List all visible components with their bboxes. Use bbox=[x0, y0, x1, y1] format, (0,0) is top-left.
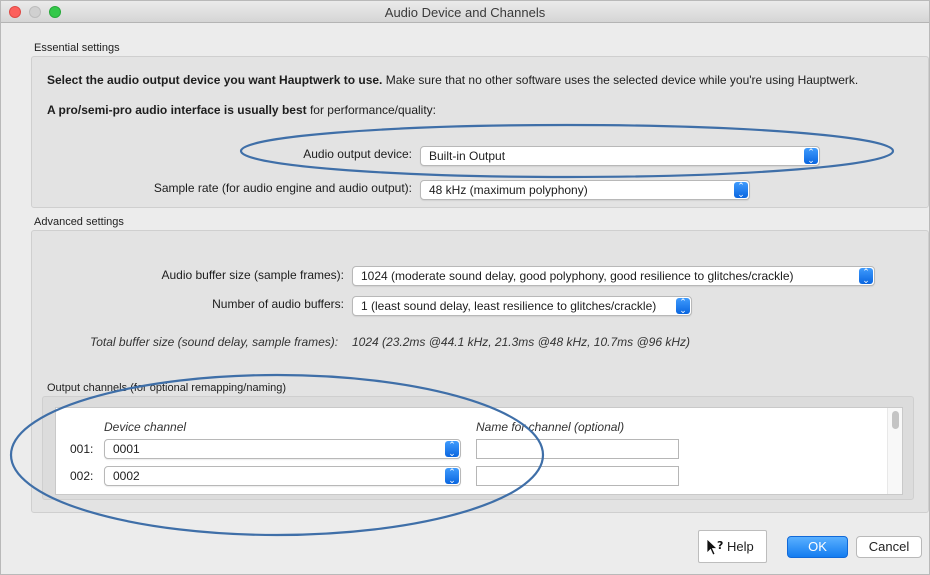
advanced-settings-label: Advanced settings bbox=[34, 216, 124, 228]
cancel-button[interactable]: Cancel bbox=[856, 536, 922, 558]
device-channel-value: 0002 bbox=[113, 469, 140, 483]
up-down-chevron-icon: ⌃ ⌄ bbox=[859, 268, 873, 285]
sample-rate-label: Sample rate (for audio engine and audio … bbox=[153, 181, 412, 195]
num-buffers-value: 1 (least sound delay, least resilience t… bbox=[361, 299, 657, 313]
essential-settings-group: Select the audio output device you want … bbox=[31, 56, 929, 208]
help-cursor-icon: ? bbox=[706, 538, 723, 556]
output-device-select[interactable]: Built-in Output ⌃ ⌄ bbox=[420, 146, 820, 166]
channel-name-header: Name for channel (optional) bbox=[476, 420, 625, 434]
up-down-chevron-icon: ⌃ ⌄ bbox=[804, 148, 818, 165]
output-channels-group: Device channel Name for channel (optiona… bbox=[42, 396, 914, 500]
up-down-chevron-icon: ⌃ ⌄ bbox=[445, 468, 459, 485]
help-button[interactable]: ? Help bbox=[698, 530, 767, 563]
tip-text: A pro/semi-pro audio interface is usuall… bbox=[47, 103, 436, 117]
help-label: Help bbox=[727, 539, 754, 554]
num-buffers-select[interactable]: 1 (least sound delay, least resilience t… bbox=[352, 296, 692, 316]
svg-text:?: ? bbox=[717, 539, 723, 552]
tip-rest-text: for performance/quality: bbox=[306, 103, 437, 117]
dialog-window: Audio Device and Channels Essential sett… bbox=[0, 0, 930, 575]
sample-rate-select[interactable]: 48 kHz (maximum polyphony) ⌃ ⌄ bbox=[420, 180, 750, 200]
buffer-size-label: Audio buffer size (sample frames): bbox=[161, 268, 344, 282]
intro-text: Select the audio output device you want … bbox=[47, 73, 858, 87]
total-buffer-label: Total buffer size (sound delay, sample f… bbox=[90, 335, 339, 349]
channel-name-input[interactable] bbox=[476, 439, 679, 459]
essential-settings-label: Essential settings bbox=[34, 42, 120, 54]
channel-name-input[interactable] bbox=[476, 466, 679, 486]
output-device-value: Built-in Output bbox=[429, 149, 506, 163]
advanced-settings-group: Audio buffer size (sample frames): 1024 … bbox=[31, 230, 929, 513]
channels-scrollbar[interactable] bbox=[887, 408, 902, 494]
device-channel-select[interactable]: 0002 ⌃ ⌄ bbox=[104, 466, 461, 486]
up-down-chevron-icon: ⌃ ⌄ bbox=[676, 298, 690, 315]
device-channel-select[interactable]: 0001 ⌃ ⌄ bbox=[104, 439, 461, 459]
device-channel-value: 0001 bbox=[113, 442, 140, 456]
up-down-chevron-icon: ⌃ ⌄ bbox=[734, 182, 748, 199]
scrollbar-thumb[interactable] bbox=[892, 411, 899, 429]
channels-list: Device channel Name for channel (optiona… bbox=[55, 407, 903, 495]
channel-index: 001: bbox=[70, 442, 94, 456]
buffer-size-value: 1024 (moderate sound delay, good polypho… bbox=[361, 269, 794, 283]
up-down-chevron-icon: ⌃ ⌄ bbox=[445, 441, 459, 458]
window-title: Audio Device and Channels bbox=[384, 5, 546, 20]
output-channels-label: Output channels (for optional remapping/… bbox=[47, 382, 287, 394]
sample-rate-value: 48 kHz (maximum polyphony) bbox=[429, 183, 588, 197]
total-buffer-value: 1024 (23.2ms @44.1 kHz, 21.3ms @48 kHz, … bbox=[352, 335, 691, 349]
intro-bold-text: Select the audio output device you want … bbox=[47, 73, 383, 87]
device-channel-header: Device channel bbox=[104, 420, 187, 434]
buffer-size-select[interactable]: 1024 (moderate sound delay, good polypho… bbox=[352, 266, 875, 286]
intro-rest-text: Make sure that no other software uses th… bbox=[382, 73, 859, 87]
output-device-label: Audio output device: bbox=[303, 147, 412, 161]
title-bar: Audio Device and Channels bbox=[1, 1, 929, 23]
num-buffers-label: Number of audio buffers: bbox=[212, 297, 344, 311]
ok-button[interactable]: OK bbox=[787, 536, 848, 558]
tip-bold-text: A pro/semi-pro audio interface is usuall… bbox=[47, 103, 307, 117]
channel-index: 002: bbox=[70, 469, 94, 483]
